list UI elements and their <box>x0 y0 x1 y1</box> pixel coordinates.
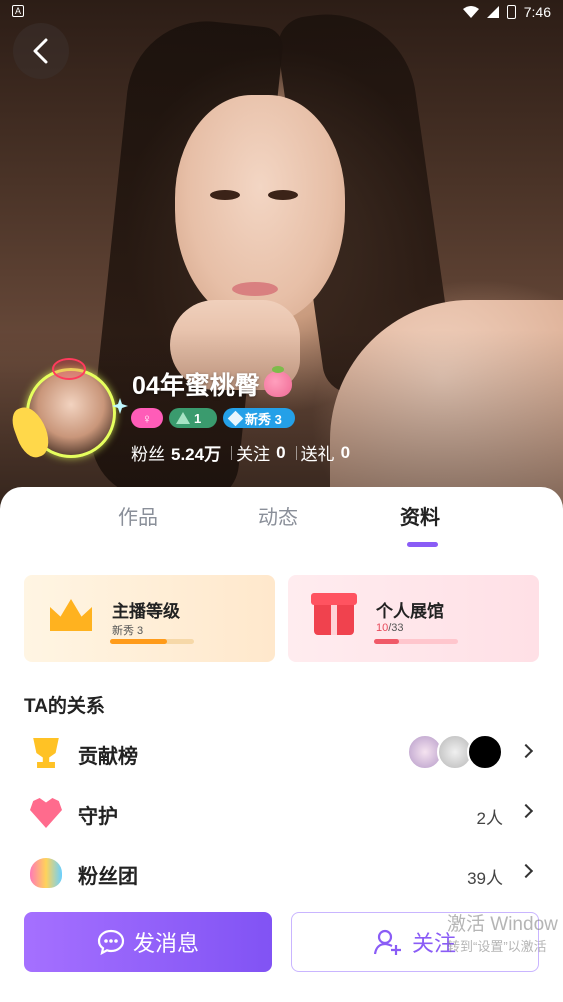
peach-icon <box>263 366 292 397</box>
signal-icon <box>486 6 499 18</box>
anchor-level-sub: 新秀 3 <box>112 625 144 637</box>
level-value: 1 <box>194 410 202 426</box>
crown-icon <box>50 599 92 631</box>
diamond-icon <box>227 410 244 426</box>
relations-title: TA的关系 <box>24 696 105 717</box>
anchor-level-progress-fill <box>110 639 168 644</box>
gift-value: 0 <box>340 442 351 462</box>
heart-icon <box>30 798 62 828</box>
fan-club-count: 39人 <box>467 869 503 888</box>
cover-eye-right <box>268 190 298 200</box>
stats-divider <box>295 445 297 460</box>
fan-club-icon <box>30 858 62 888</box>
chevron-right-icon <box>518 743 534 759</box>
list-item-guardian[interactable]: 守护 2人 <box>24 788 539 838</box>
profile-name: 04年蜜桃臀 <box>132 372 260 400</box>
anchor-level-card[interactable]: 主播等级 新秀 3 <box>24 575 275 662</box>
profile-stats: 粉丝 5.24万 关注 0 送礼 0 <box>131 440 356 465</box>
bottom-action-bar: 发消息 关注 激活 Window 转到“设置”以激活 <box>0 890 563 1002</box>
anchor-level-title: 主播等级 <box>112 602 180 621</box>
chevron-right-icon <box>518 803 534 819</box>
gift-icon <box>311 593 357 635</box>
contribution-label: 贡献榜 <box>78 746 138 768</box>
sparkle-icon <box>112 398 128 414</box>
badges-row: ♀ 1 新秀 3 <box>131 408 295 428</box>
gallery-progress-current: 10 <box>376 622 389 634</box>
chevron-right-icon <box>518 863 534 879</box>
anchor-level-progress <box>110 639 194 644</box>
contributor-avatar <box>467 734 503 770</box>
guardian-count: 2人 <box>476 809 503 828</box>
tab-works[interactable]: 作品 <box>118 501 158 530</box>
lips-decoration-icon <box>52 358 86 380</box>
app-notification-icon: A <box>12 5 24 17</box>
fan-club-label: 粉丝团 <box>78 866 138 888</box>
send-message-label: 发消息 <box>132 931 199 956</box>
wifi-icon <box>462 6 479 18</box>
profile-name-row: 04年蜜桃臀 <box>132 366 292 402</box>
level-badge[interactable]: 1 <box>169 408 217 428</box>
follow-value: 0 <box>276 442 286 462</box>
gender-badge: ♀ <box>131 408 163 428</box>
watermark-line1: 激活 Window <box>447 914 558 935</box>
follow-label: 关注 <box>236 445 271 464</box>
status-right: 7:46 <box>462 4 551 20</box>
contributor-avatars <box>407 734 503 772</box>
gender-symbol: ♀ <box>142 410 152 426</box>
gift-label: 送礼 <box>300 445 335 464</box>
tab-moments[interactable]: 动态 <box>258 501 298 530</box>
fans-value: 5.24万 <box>171 445 222 464</box>
back-arrow-icon <box>33 38 48 64</box>
gallery-progress-text: 10/33 <box>376 622 404 634</box>
status-bar: A 7:46 <box>0 0 563 26</box>
add-user-icon <box>373 929 401 955</box>
rookie-badge[interactable]: 新秀 3 <box>223 408 295 428</box>
cover-lips <box>232 282 278 296</box>
profile-tabs: 作品 动态 资料 <box>0 501 563 541</box>
stats-divider <box>231 445 233 460</box>
gallery-card[interactable]: 个人展馆 10/33 <box>288 575 539 662</box>
watermark-line2: 转到“设置”以激活 <box>447 939 547 954</box>
rookie-label: 新秀 3 <box>245 411 282 427</box>
fans-label: 粉丝 <box>131 445 165 464</box>
mountain-icon <box>176 412 190 424</box>
trophy-icon <box>33 738 59 768</box>
gallery-progress-total: /33 <box>388 622 404 634</box>
activation-watermark: 激活 Window 转到“设置”以激活 <box>447 914 563 958</box>
cover-eye-left <box>210 190 240 200</box>
battery-icon <box>506 5 516 19</box>
gallery-progress-fill <box>374 639 400 644</box>
gallery-title: 个人展馆 <box>376 602 444 621</box>
status-time: 7:46 <box>523 4 551 20</box>
active-tab-indicator <box>407 542 438 547</box>
guardian-label: 守护 <box>78 806 118 828</box>
back-button[interactable] <box>13 23 69 79</box>
gallery-progress <box>374 639 458 644</box>
list-item-contribution[interactable]: 贡献榜 <box>24 728 539 778</box>
avatar-frame[interactable] <box>8 358 128 468</box>
send-message-button[interactable]: 发消息 <box>24 912 272 972</box>
tab-profile-info[interactable]: 资料 <box>400 501 440 530</box>
chat-bubble-icon <box>97 929 125 955</box>
